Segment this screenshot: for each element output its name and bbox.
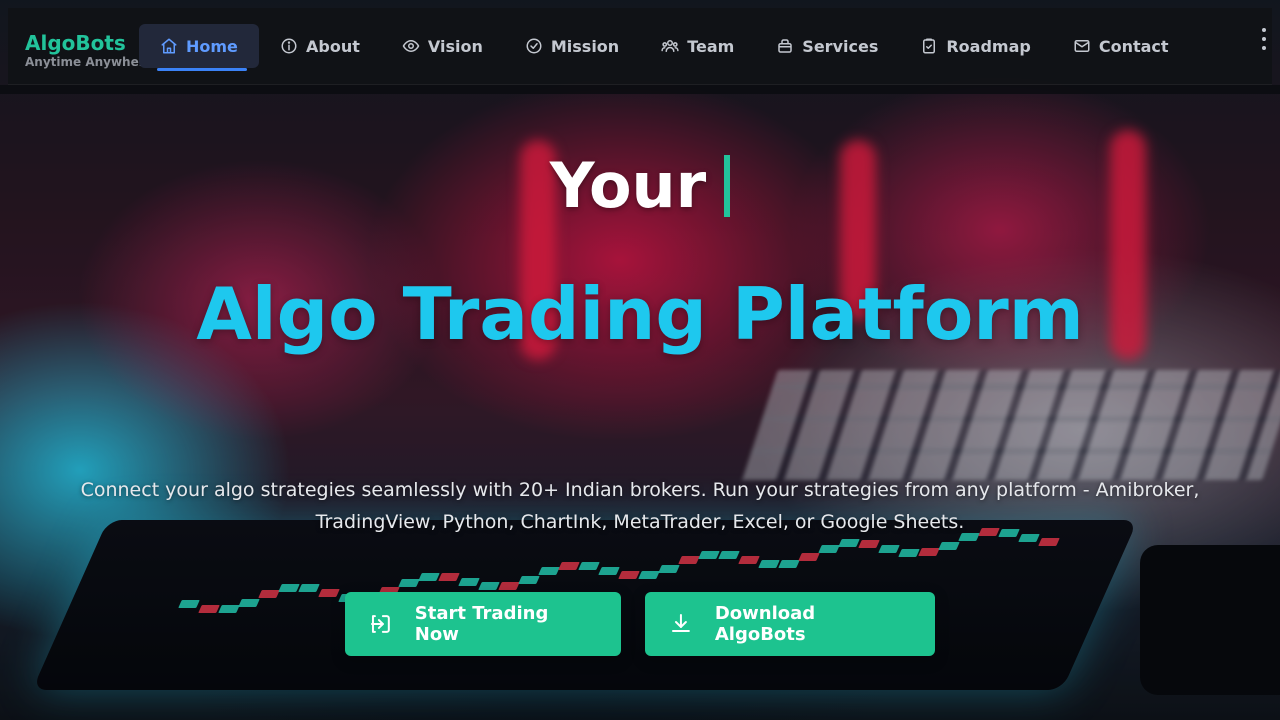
hero-description: Connect your algo strategies seamlessly … bbox=[80, 479, 1200, 533]
cta-row: Start Trading Now Download AlgoBots bbox=[345, 592, 935, 656]
brand-logo[interactable]: AlgoBots Anytime Anywhere bbox=[25, 31, 153, 70]
mail-icon bbox=[1074, 40, 1090, 52]
nav-item-vision[interactable]: Vision bbox=[381, 24, 504, 68]
typing-caret bbox=[724, 155, 731, 217]
eye-icon bbox=[402, 39, 420, 53]
check-circle-icon bbox=[526, 38, 542, 54]
more-vertical-icon[interactable] bbox=[1258, 28, 1270, 50]
brand-title: AlgoBots bbox=[25, 31, 126, 55]
users-icon bbox=[661, 40, 679, 52]
login-icon bbox=[370, 615, 390, 633]
nav-item-label: Contact bbox=[1098, 36, 1169, 56]
start-trading-label: Start Trading Now bbox=[414, 603, 549, 645]
nav-item-home[interactable]: Home bbox=[139, 24, 259, 71]
nav-item-mission[interactable]: Mission bbox=[504, 24, 640, 68]
nav-item-label: Team bbox=[687, 36, 735, 56]
main-nav: Home About Vision Mission Team Services … bbox=[139, 24, 1190, 71]
nav-item-label: Home bbox=[186, 36, 238, 56]
brand-tagline: Anytime Anywhere bbox=[25, 55, 153, 69]
download-icon bbox=[671, 614, 690, 632]
nav-item-label: Vision bbox=[427, 36, 483, 56]
nav-item-about[interactable]: About bbox=[259, 24, 381, 68]
clipboard-check-icon bbox=[923, 38, 936, 54]
nav-item-roadmap[interactable]: Roadmap bbox=[899, 24, 1051, 68]
start-trading-button[interactable]: Start Trading Now bbox=[345, 592, 621, 656]
nav-item-services[interactable]: Services bbox=[755, 24, 899, 68]
navbar: AlgoBots Anytime Anywhere Home About Vis… bbox=[8, 8, 1272, 85]
info-icon bbox=[281, 38, 297, 54]
nav-item-label: About bbox=[306, 36, 360, 56]
hero-typed-prefix: Your bbox=[549, 149, 707, 222]
nav-item-label: Services bbox=[802, 36, 879, 56]
nav-item-label: Roadmap bbox=[946, 36, 1031, 56]
hero-typed-heading: Your bbox=[0, 150, 1280, 222]
briefcase-icon bbox=[778, 39, 793, 53]
nav-item-team[interactable]: Team bbox=[640, 24, 755, 68]
download-algobots-label: Download AlgoBots bbox=[714, 603, 816, 645]
home-icon bbox=[161, 38, 177, 54]
navbar-shadow bbox=[0, 85, 1280, 94]
hero-title: Algo Trading Platform bbox=[196, 272, 1084, 356]
download-algobots-button[interactable]: Download AlgoBots bbox=[645, 592, 935, 656]
nav-item-contact[interactable]: Contact bbox=[1052, 24, 1190, 68]
nav-item-label: Mission bbox=[550, 36, 620, 56]
